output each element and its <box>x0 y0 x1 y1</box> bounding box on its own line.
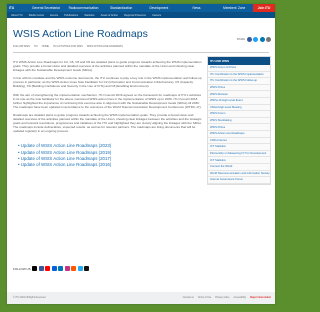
follow-us-label: FOLLOW US <box>13 266 31 271</box>
youtube-icon[interactable] <box>45 266 51 271</box>
breadcrumb-item[interactable]: FOLLOW WSIS <box>13 45 30 48</box>
sidebar-item[interactable]: ITU Contribution to the WSIS Implementat… <box>208 72 270 79</box>
flickr-icon[interactable] <box>51 266 57 271</box>
footer-link[interactable]: Privacy notice <box>215 297 229 299</box>
sidebar-item[interactable]: WSIS Stocktaking <box>208 118 270 125</box>
intro-paragraph: ITU WSIS Action Line Roadmaps for C2, C5… <box>13 60 202 73</box>
footer: © ITU 2023 All Rights Reserved Contact u… <box>7 292 275 304</box>
instagram-icon[interactable] <box>64 266 70 271</box>
linkedin-icon[interactable] <box>259 37 265 42</box>
subnav-careers[interactable]: Careers <box>152 14 161 17</box>
roadmaps-paragraph: Roadmaps are detailed plans to guide pro… <box>13 112 202 134</box>
rss-icon[interactable] <box>71 266 77 271</box>
share-label: SHARE <box>236 38 245 41</box>
join-itu-button[interactable]: Join ITU <box>253 4 275 12</box>
footer-link[interactable]: Report misconduct <box>250 297 271 299</box>
footer-link[interactable]: Accessibility <box>234 297 247 299</box>
copyright: © ITU 2023 All Rights Reserved <box>13 297 46 299</box>
nav-standardization[interactable]: Standardization <box>102 6 140 10</box>
roadmap-link-2016[interactable]: • Update of WSIS Action Line Roadmaps (2… <box>18 162 203 168</box>
twitter-icon[interactable] <box>253 37 258 42</box>
sidebar-item[interactable]: ICT Statistics <box>208 144 270 151</box>
subnav-events[interactable]: Events <box>50 14 58 17</box>
breadcrumb-item: WSIS ACTION LINE ROADMAPS <box>86 45 123 48</box>
sidebar-item[interactable]: WSIS Forum & Prizes <box>208 65 270 72</box>
breadcrumb-item[interactable]: ITU ACTIVITIES FOR WSIS <box>53 45 83 48</box>
sidebar-item[interactable]: WSIS Prizes <box>208 85 270 92</box>
council-paragraph: With the aim of strengthening the implem… <box>13 92 202 109</box>
nav-development[interactable]: Development <box>140 6 178 10</box>
x-icon[interactable] <box>32 266 38 271</box>
telegram-icon[interactable] <box>77 266 83 271</box>
sidebar-item[interactable]: Partnership on Measuring ICT for Develop… <box>208 151 270 158</box>
mandate-paragraph: In line with its mandate and the WSIS ou… <box>13 76 202 89</box>
page-title: WSIS Action Line Roadmaps <box>13 28 148 40</box>
sidebar-item[interactable]: WSIS Prizes <box>208 124 270 131</box>
sidebar-item[interactable]: World Telecommunication and Information … <box>208 171 270 178</box>
sidebar-item[interactable]: CWG-Internet <box>208 138 270 145</box>
share-bar: SHARE <box>237 37 271 42</box>
sidebar-item[interactable]: ITU Contribution to the WSIS Follow-up <box>208 78 270 85</box>
sidebar-item[interactable]: UNGA High-Level Meeting <box>208 105 270 112</box>
sidebar-item[interactable]: WSIS Action Line Roadmaps <box>208 131 270 138</box>
sidebar-header: ITU AND WSIS <box>208 57 270 65</box>
main-content: ITU WSIS Action Line Roadmaps for C2, C5… <box>13 60 203 168</box>
roadmap-links: • Update of WSIS Action Line Roadmaps (2… <box>18 143 203 168</box>
sidebar-item[interactable]: WSIS+10 High-Level Event <box>208 98 270 105</box>
follow-us-bar: FOLLOW US <box>13 266 90 271</box>
facebook-icon[interactable] <box>246 37 252 42</box>
sidebar-item[interactable]: WSIS Reviews <box>208 91 270 98</box>
sidebar-item[interactable]: WSIS Forum <box>208 111 270 118</box>
email-icon[interactable] <box>266 37 271 42</box>
sidebar-item[interactable]: Connect the World <box>208 164 270 171</box>
sidebar-item[interactable]: ICT Statistics <box>208 157 270 164</box>
subnav-publications[interactable]: Publications <box>64 14 78 17</box>
sidebar-item[interactable]: Internet Governance Forum <box>208 177 270 184</box>
divider <box>13 52 269 53</box>
breadcrumb: FOLLOW WSIS ITU HOME ITU ACTIVITIES FOR … <box>13 45 275 48</box>
facebook-icon[interactable] <box>38 266 44 271</box>
footer-link[interactable]: Contact us <box>183 297 194 299</box>
top-navigation: ITU General Secretariat Radiocommunicati… <box>7 4 275 12</box>
breadcrumb-item[interactable]: HOME <box>42 45 49 48</box>
subnav-areas-of-action[interactable]: Areas of Action <box>101 14 118 17</box>
subnav-regional-presence[interactable]: Regional Presence <box>124 14 146 17</box>
page: ITU General Secretariat Radiocommunicati… <box>7 4 275 304</box>
sidebar: ITU AND WSIS WSIS Forum & Prizes ITU Con… <box>207 56 271 185</box>
subnav-media-center[interactable]: Media Center <box>29 14 45 17</box>
nav-radiocommunication[interactable]: Radiocommunication <box>65 6 103 10</box>
sub-navigation: About ITU Media Center Events Publicatio… <box>7 12 275 18</box>
nav-general-secretariat[interactable]: General Secretariat <box>27 6 65 10</box>
linkedin-icon[interactable] <box>58 266 64 271</box>
subnav-statistics[interactable]: Statistics <box>84 14 94 17</box>
itu-logo[interactable]: ITU <box>7 6 27 10</box>
nav-news[interactable]: News <box>178 6 216 10</box>
footer-link[interactable]: Terms of Use <box>198 297 212 299</box>
footer-links: Contact us Terms of Use Privacy notice A… <box>183 297 275 299</box>
subnav-about[interactable]: About ITU <box>11 14 23 17</box>
breadcrumb-item[interactable]: ITU <box>34 45 38 48</box>
nav-members-zone[interactable]: Members' Zone <box>215 6 253 10</box>
tiktok-icon[interactable] <box>84 266 90 271</box>
